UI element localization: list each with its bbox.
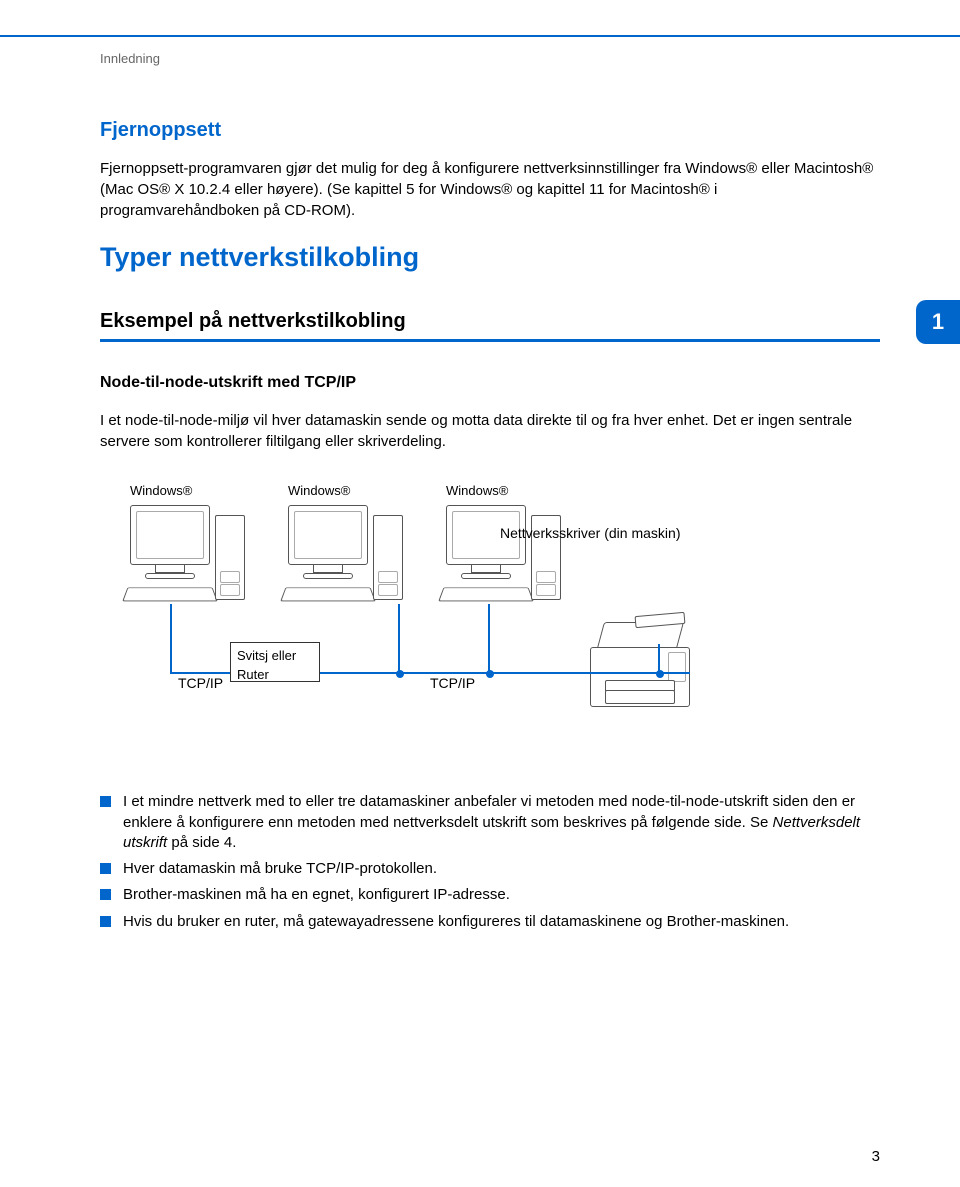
chapter-badge: 1 [916,300,960,344]
pc-2-label: Windows® [288,482,428,500]
bullet-text-1: I et mindre nettverk med to eller tre da… [123,792,880,853]
heading-node: Node-til-node-utskrift med TCP/IP [100,372,880,394]
bullet-square-icon [100,889,111,900]
list-item: I et mindre nettverk med to eller tre da… [100,792,880,853]
list-item: Brother-maskinen må ha en egnet, konfigu… [100,885,880,905]
printer-label: Nettverksskriver (din maskin) [500,524,680,544]
bullet-text-4: Hvis du bruker en ruter, må gatewayadres… [123,912,789,932]
bullet-square-icon [100,863,111,874]
top-rule [0,35,960,37]
list-item: Hver datamaskin må bruke TCP/IP-protokol… [100,859,880,879]
page-number: 3 [872,1146,880,1167]
pc-row: Windows® Windows® Windows® [130,482,750,614]
router-box: Svitsj eller Ruter [230,642,320,682]
bullet-square-icon [100,796,111,807]
printer-icon [580,622,700,712]
computer-icon [446,505,586,615]
pc-1-label: Windows® [130,482,270,500]
heading-eksempel: Eksempel på nettverkstilkobling [100,307,880,342]
paragraph-node: I et node-til-node-miljø vil hver datama… [100,410,880,452]
paragraph-fjernoppsett: Fjernoppsett-programvaren gjør det mulig… [100,158,880,221]
pc-2: Windows® [288,482,428,614]
list-item: Hvis du bruker en ruter, må gatewayadres… [100,912,880,932]
section-label: Innledning [100,50,880,68]
bullet-text-3: Brother-maskinen må ha en egnet, konfigu… [123,885,510,905]
heading-typer: Typer nettverkstilkobling [100,239,880,277]
computer-icon [130,505,270,615]
tcpip-label-left: TCP/IP [178,674,223,694]
computer-icon [288,505,428,615]
pc-3: Windows® [446,482,586,614]
bullet-square-icon [100,916,111,927]
pc-3-label: Windows® [446,482,586,500]
pc-1: Windows® [130,482,270,614]
bullet-text-2: Hver datamaskin må bruke TCP/IP-protokol… [123,859,437,879]
bullet-list: I et mindre nettverk med to eller tre da… [100,792,880,932]
tcpip-label-right: TCP/IP [430,674,475,694]
network-diagram: Windows® Windows® Windows® Nettverksskri… [130,482,750,742]
heading-fjernoppsett: Fjernoppsett [100,116,880,144]
